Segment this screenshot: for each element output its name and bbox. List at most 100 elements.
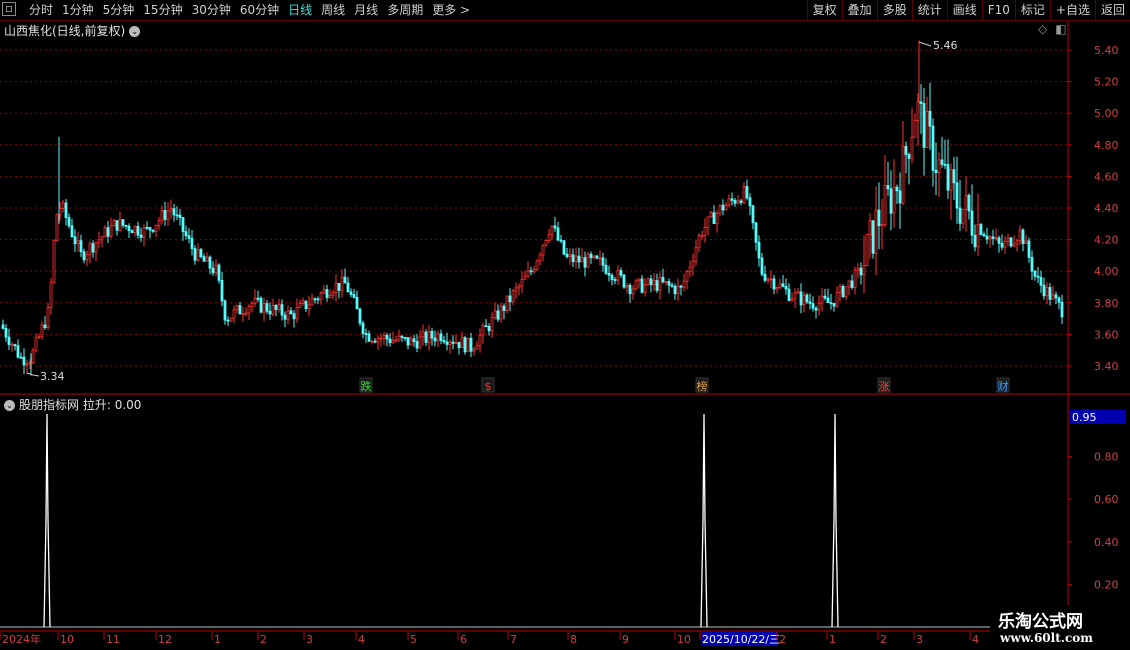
candle-body — [715, 212, 719, 225]
candle-body — [385, 335, 389, 340]
candle-body — [952, 169, 956, 184]
candle-body — [580, 257, 584, 263]
candle-body — [865, 234, 869, 266]
candle-body — [82, 251, 86, 261]
candle-body — [358, 308, 362, 324]
price-label: 4.00 — [1094, 265, 1119, 278]
candle-body — [253, 297, 257, 304]
date-label: 2024年 — [2, 632, 41, 646]
date-label: 10 — [677, 633, 691, 646]
candle-body — [466, 337, 470, 353]
candle-body — [13, 344, 17, 347]
candle-body — [682, 280, 686, 288]
indicator-spike — [700, 413, 708, 628]
date-label: 4 — [358, 633, 365, 646]
candle-body — [601, 257, 605, 266]
candle-body — [220, 280, 224, 302]
price-label: 5.40 — [1094, 44, 1119, 57]
candle-body — [550, 225, 554, 236]
candle-body — [160, 209, 164, 221]
candle-body — [763, 273, 767, 281]
candle-body — [88, 243, 92, 255]
candle-body — [409, 338, 413, 346]
candle-body — [1033, 270, 1037, 277]
candle-body — [505, 295, 509, 311]
candle-body — [22, 356, 26, 366]
candle-body — [745, 186, 749, 199]
candle-body — [157, 219, 161, 226]
candle-body — [49, 281, 53, 308]
candle-body — [631, 288, 635, 295]
candle-body — [949, 169, 953, 191]
candle-body — [772, 278, 776, 290]
watermark: 乐淘公式网 www.60lt.com — [990, 605, 1130, 650]
candle-body — [73, 236, 77, 245]
candle-body — [784, 286, 788, 290]
candle-body — [901, 145, 905, 204]
candle-body — [886, 185, 890, 190]
candle-body — [937, 159, 941, 174]
candle-body — [76, 240, 80, 245]
candle-body — [1021, 229, 1025, 244]
candle-body — [37, 335, 41, 338]
date-label: 2 — [880, 633, 887, 646]
candle-body — [655, 280, 659, 291]
candle-body — [616, 270, 620, 281]
price-label: 4.40 — [1094, 202, 1119, 215]
candle-body — [1051, 294, 1055, 300]
candle-body — [970, 210, 974, 236]
date-label: 11 — [106, 633, 120, 646]
candle-body — [1, 324, 5, 329]
candle-body — [388, 338, 392, 344]
candle-body — [307, 304, 311, 310]
candle-body — [670, 284, 674, 287]
candle-body — [286, 310, 290, 320]
candle-body — [256, 297, 260, 300]
indicator-spike — [831, 413, 839, 628]
candle-body — [268, 310, 272, 315]
indicator-axis-label: 0.60 — [1094, 493, 1119, 506]
candle-body — [622, 274, 626, 288]
candle-body — [175, 214, 179, 217]
candle-body — [460, 337, 464, 348]
candle-body — [820, 295, 824, 304]
candle-body — [130, 230, 134, 234]
candle-body — [1036, 275, 1040, 278]
candle-body — [367, 333, 371, 342]
candle-body — [595, 255, 599, 259]
event-marker: 跌 — [361, 379, 372, 393]
price-label: 3.40 — [1094, 360, 1119, 373]
candle-body — [202, 256, 206, 262]
date-label: 3 — [306, 633, 313, 646]
candle-body — [262, 303, 266, 313]
candle-body — [751, 205, 755, 224]
date-label: 8 — [570, 633, 577, 646]
candle-body — [529, 270, 533, 273]
candle-body — [439, 333, 443, 341]
candle-body — [25, 363, 29, 366]
date-label: 5 — [410, 633, 417, 646]
candle-body — [577, 255, 581, 263]
candle-body — [931, 125, 935, 171]
candle-body — [301, 300, 305, 304]
candle-body — [568, 254, 572, 258]
candle-body — [97, 239, 101, 244]
candle-body — [103, 227, 107, 238]
indicator-axis-label: 0.20 — [1094, 578, 1119, 591]
date-label: 1 — [829, 633, 836, 646]
candle-body — [766, 278, 770, 281]
candle-body — [292, 313, 296, 320]
candle-body — [976, 224, 980, 248]
candle-body — [442, 340, 446, 343]
candle-body — [1057, 297, 1061, 303]
candle-body — [559, 239, 563, 242]
candle-body — [235, 305, 239, 311]
candle-body — [259, 297, 263, 313]
candle-body — [811, 303, 815, 309]
indicator-axis-label: 0.80 — [1094, 451, 1119, 464]
candle-body — [778, 283, 782, 289]
candle-body — [1012, 243, 1016, 247]
price-chart[interactable]: 5.40 5.20 5.00 4.80 4.60 4.40 4.20 4.00 3.80 3.60… — [0, 0, 1130, 650]
candle-body — [124, 224, 128, 227]
candle-body — [889, 188, 893, 214]
